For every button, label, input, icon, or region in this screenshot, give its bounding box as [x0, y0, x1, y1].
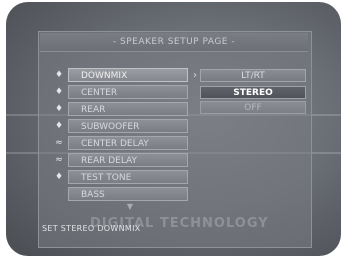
menu-item-subwoofer[interactable]: SUBWOOFER [68, 119, 188, 133]
menu-item-test-tone[interactable]: TEST TONE [68, 170, 188, 184]
menu-item-rear[interactable]: REAR [68, 102, 188, 116]
status-text: SET STEREO DOWNMIX [42, 224, 141, 233]
bullet-icon: ≈ [55, 155, 63, 165]
bullet-icon: ♦ [54, 104, 64, 114]
option-off[interactable]: OFF [200, 101, 306, 114]
bullet-icon: ♦ [54, 121, 64, 131]
option-lt-rt[interactable]: LT/RT [200, 69, 306, 82]
menu-item-rear-delay[interactable]: REAR DELAY [68, 153, 188, 167]
menu-item-downmix[interactable]: DOWNMIX [68, 68, 188, 82]
bullet-icon: ♦ [54, 87, 64, 97]
menu-item-center-delay[interactable]: CENTER DELAY [68, 136, 188, 150]
option-stereo[interactable]: STEREO [200, 86, 306, 99]
bullet-icon: ♦ [54, 172, 64, 182]
menu-item-bass[interactable]: BASS [68, 187, 188, 201]
menu-item-center[interactable]: CENTER [68, 85, 188, 99]
page-title: - SPEAKER SETUP PAGE - [40, 33, 308, 52]
bullet-icon: ≈ [55, 138, 63, 148]
chevron-down-icon[interactable]: ▼ [124, 203, 136, 211]
bullet-icon: ♦ [54, 70, 64, 80]
